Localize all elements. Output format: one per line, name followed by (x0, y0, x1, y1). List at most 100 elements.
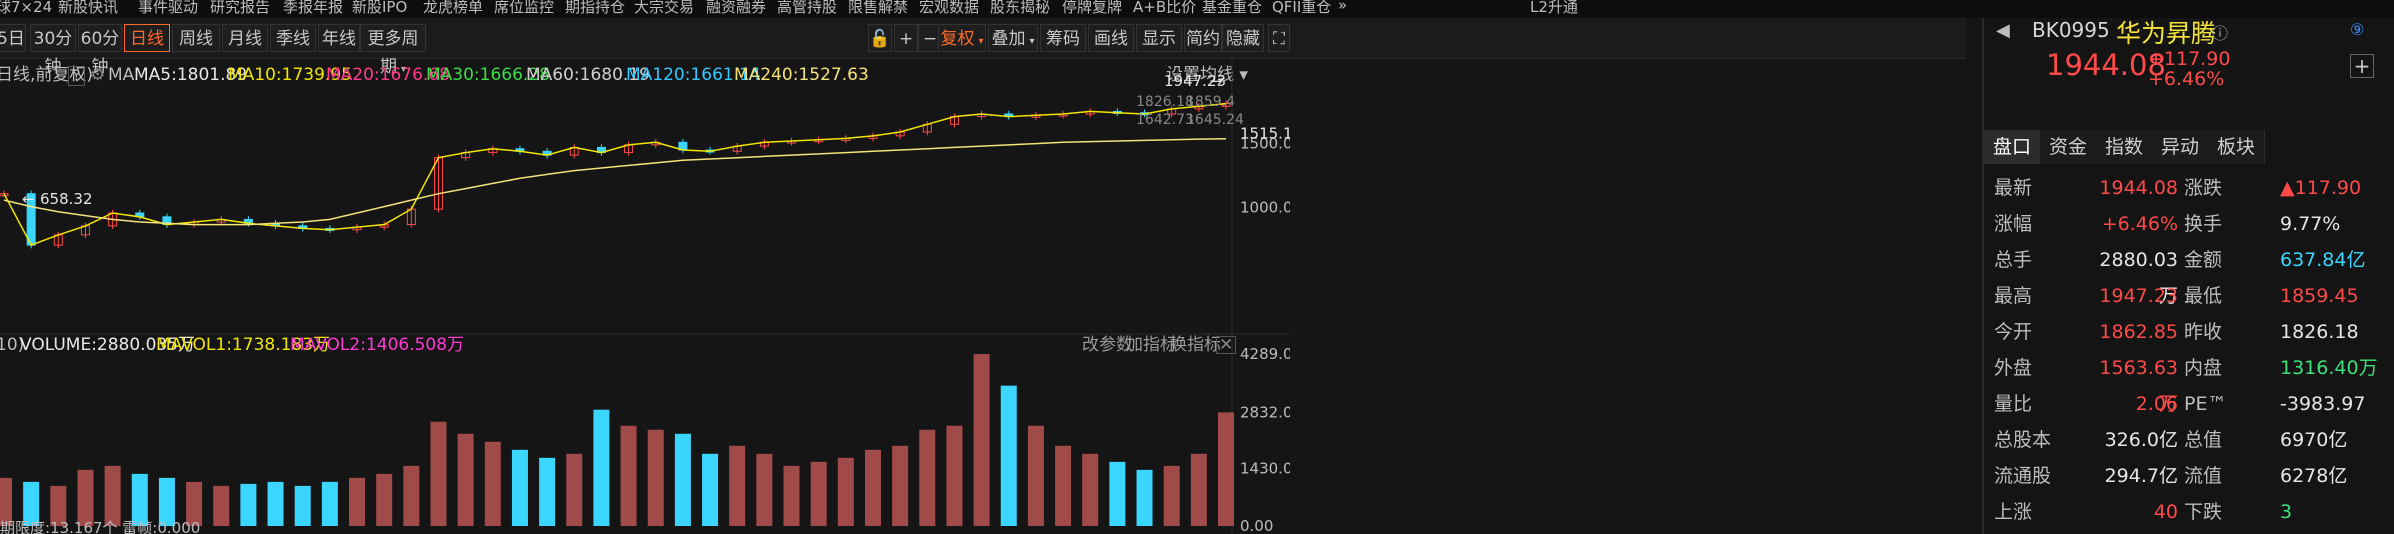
period-button[interactable]: 周线 (172, 24, 220, 52)
tool-button[interactable]: 复权 ▾ (938, 24, 986, 52)
volume-bar (837, 457, 854, 526)
menu-item[interactable]: 期指持仓 (565, 0, 625, 17)
tool-button[interactable]: 筹码 (1040, 24, 1086, 52)
quote-label: 流值 (2184, 465, 2223, 487)
menu-item[interactable]: 停牌复牌 (1062, 0, 1122, 17)
menu-item[interactable]: 席位监控 (494, 0, 554, 17)
quote-value: 6970亿 (2280, 429, 2348, 451)
plus-icon[interactable]: + (894, 24, 918, 52)
quote-value: 294.7亿 (2104, 465, 2178, 487)
quote-label: 总股本 (1994, 429, 2052, 451)
volume-bar (973, 354, 990, 526)
menu-item[interactable]: 研究报告 (210, 0, 270, 17)
close-icon[interactable]: ✕ (1216, 336, 1237, 354)
ma-tail-label: 1645.24 (1186, 112, 1244, 128)
quote-value: 637.84亿 (2280, 249, 2366, 271)
quote-label: 流通股 (1994, 465, 2052, 487)
top-menu-bar: 球7×24 新股快讯 事件驱动 研究报告 季报年报 新股IPO 龙虎榜单 席位监控 期指持仓 大宗… (0, 0, 2394, 18)
tool-label: 筹码 (1046, 29, 1080, 49)
quote-value: 1862.85 (2099, 321, 2178, 343)
tool-button[interactable]: 隐藏 (1222, 24, 1264, 52)
menu-item[interactable]: 事件驱动 (138, 0, 198, 17)
tool-button[interactable]: 画线 (1088, 24, 1134, 52)
period-button[interactable]: 5日 (0, 24, 26, 52)
lock-icon[interactable]: 🔓 (868, 24, 892, 52)
volume-bar (919, 429, 936, 526)
quote-tab[interactable]: 盘口 (1984, 130, 2041, 164)
quote-value: 3 (2280, 501, 2293, 523)
menu-item[interactable]: 龙虎榜单 (423, 0, 483, 17)
info-icon[interactable]: ⓘ (2212, 20, 2228, 44)
tool-button[interactable]: 简约 (1184, 24, 1222, 52)
volume-bar (539, 457, 556, 526)
add-watchlist-icon[interactable]: + (2350, 54, 2374, 78)
last-price-tick: 1515.19 (1240, 124, 1290, 142)
quote-label: 昨收 (2184, 321, 2223, 343)
menu-item[interactable]: 基金重仓 (1202, 0, 1262, 17)
quote-tab[interactable]: 异动 (2152, 130, 2209, 164)
menu-item[interactable]: 新股快讯 (58, 0, 118, 17)
quote-value: 6278亿 (2280, 465, 2348, 487)
period-button[interactable]: 月线 (222, 24, 268, 52)
volume-bar (864, 449, 881, 526)
quote-label: 内盘 (2184, 357, 2223, 379)
ma-line-ma240 (3, 138, 1227, 226)
menu-item[interactable]: 球7×24 (0, 0, 52, 17)
period-label: 5日 (0, 29, 25, 49)
tool-button[interactable]: 显示 (1136, 24, 1182, 52)
quote-tab[interactable]: 资金 (2040, 130, 2097, 164)
volume-bar (756, 453, 773, 526)
menu-item[interactable]: A+B比价 (1133, 0, 1196, 17)
menu-item[interactable]: L2升通 (1530, 0, 1578, 17)
menu-item[interactable]: » (1338, 0, 1347, 14)
footer-status: 期限度:13.167个 雷帧:0.000 (0, 519, 200, 534)
quote-tab[interactable]: 指数 (2096, 130, 2153, 164)
low-arrow: ← (22, 190, 35, 208)
period-button[interactable]: 30分钟 (30, 24, 76, 77)
tool-label: 简约 (1186, 29, 1220, 49)
price-change-pct: +6.46% (2148, 68, 2225, 90)
menu-item[interactable]: 高管持股 (777, 0, 837, 17)
prev-stock-icon[interactable]: ◀ (1996, 20, 2010, 41)
volume-bar (702, 453, 719, 526)
menu-item[interactable]: 限售解禁 (848, 0, 908, 17)
period-button[interactable]: 更多周期 ▾ (360, 24, 426, 77)
period-label: 年线 (322, 29, 356, 49)
period-button[interactable]: 年线 (318, 24, 360, 52)
quote-row: 量比 2.06 PE™ -3983.97 (1994, 386, 2394, 422)
volume-bar (403, 465, 420, 526)
volume-bar (484, 441, 501, 526)
menu-item[interactable]: 季报年报 (283, 0, 343, 17)
tool-label: 显示 (1142, 29, 1176, 49)
period-label: 月线 (228, 29, 262, 49)
menu-item[interactable]: 融资融券 (706, 0, 766, 17)
menu-item[interactable]: 股东揭秘 (990, 0, 1050, 17)
volume-bar (946, 425, 963, 526)
volume-bar (1163, 465, 1180, 526)
period-button[interactable]: 季线 (270, 24, 316, 52)
menu-item[interactable]: QFII重仓 (1272, 0, 1331, 17)
tool-button[interactable]: 叠加 ▾ (988, 24, 1038, 52)
quote-row: 今开 1862.85 昨收 1826.18 (1994, 314, 2394, 350)
price-change: +117.90 (2148, 48, 2231, 70)
period-button[interactable]: 60分钟 (78, 24, 122, 77)
quote-value: ▲117.90 (2280, 177, 2362, 199)
quote-label: 上涨 (1994, 501, 2033, 523)
volume-bar (1136, 469, 1153, 526)
quote-row: 总手 2880.03万 金额 637.84亿 (1994, 242, 2394, 307)
quote-tab[interactable]: 板块 (2208, 130, 2265, 164)
period-button[interactable]: 日线 (124, 24, 170, 52)
quote-label: 量比 (1994, 393, 2033, 415)
volume-bar (1218, 412, 1234, 526)
volume-bar (566, 453, 583, 526)
fullscreen-icon[interactable]: ⛶ (1268, 24, 1290, 52)
menu-item[interactable]: 宏观数据 (919, 0, 979, 17)
badge-icon[interactable]: ⑨ (2350, 20, 2364, 39)
kline-chart[interactable]: 1500.001000.001515.191947.23→←658.321826… (0, 58, 1290, 534)
menu-item[interactable]: 新股IPO (352, 0, 407, 17)
quote-label: 总手 (1994, 249, 2033, 271)
menu-item[interactable]: 大宗交易 (634, 0, 694, 17)
indicator-link[interactable]: 换指标 (1170, 330, 1221, 360)
volume-bar (349, 477, 366, 526)
chevron-down-icon: ▾ (978, 36, 984, 47)
